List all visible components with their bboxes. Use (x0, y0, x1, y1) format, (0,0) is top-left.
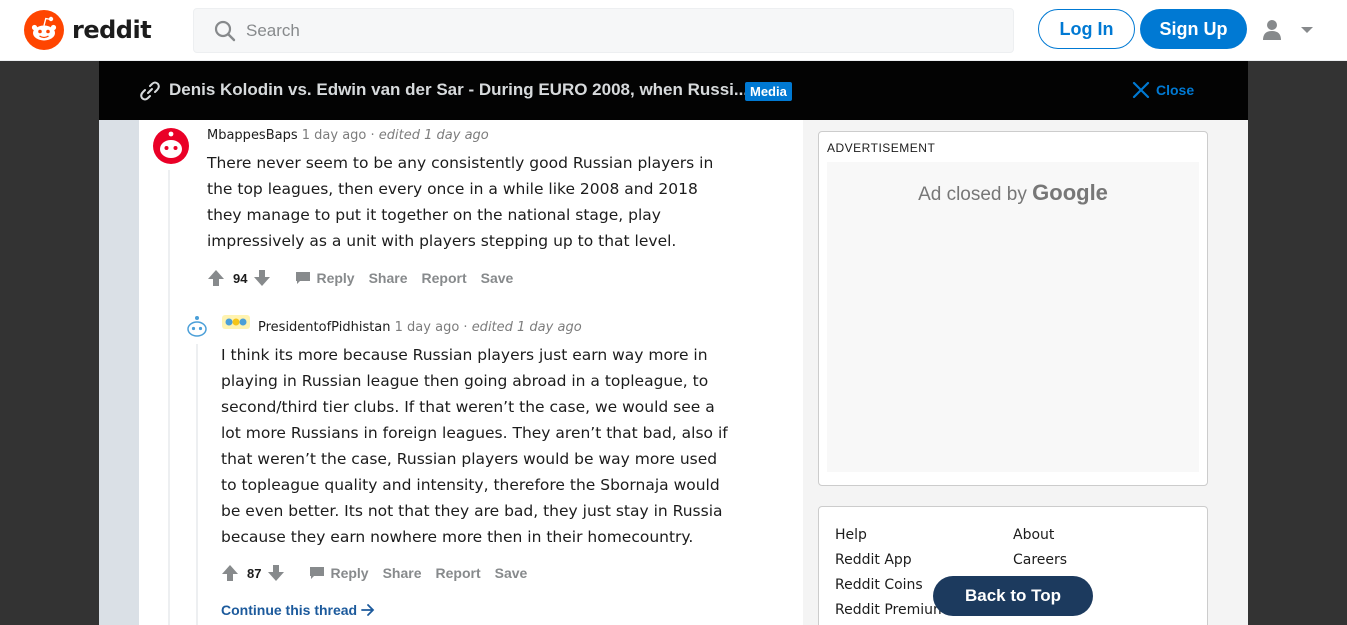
comment-line: There never seem to be any consistently … (207, 154, 714, 172)
comment-line: second/third tier clubs. If that weren’t… (221, 398, 715, 416)
downvote-icon[interactable] (253, 269, 271, 287)
comment-line: because they earn nowhere more then in t… (221, 528, 694, 546)
post-title-bar: Denis Kolodin vs. Edwin van der Sar - Du… (99, 61, 1248, 120)
continue-thread-link[interactable]: Continue this thread (221, 602, 375, 618)
overlay-left (0, 61, 99, 625)
vote-count: 87 (247, 565, 262, 581)
continue-thread-label: Continue this thread (221, 602, 358, 618)
comment-line: playing in Russian league then going abr… (221, 372, 709, 390)
signup-button[interactable]: Sign Up (1140, 9, 1247, 49)
comment-line: to topleague quality and intensity, ther… (221, 476, 720, 494)
comment-bubble-icon (310, 567, 325, 579)
footer-link-careers[interactable]: Careers (1013, 552, 1067, 568)
login-button[interactable]: Log In (1038, 9, 1135, 49)
ad-slot: Ad closed by Google (827, 162, 1199, 472)
comment-actions: 87 Reply Share Report Save (221, 564, 527, 582)
logo-wordmark: reddit (72, 16, 152, 44)
comment-author[interactable]: MbappesBaps (207, 128, 298, 143)
comment-line: the top leagues, then every once in a wh… (207, 180, 698, 198)
comment-time[interactable]: 1 day ago (302, 128, 367, 143)
footer-link-about[interactable]: About (1013, 527, 1054, 543)
thread-line[interactable] (168, 170, 170, 625)
comment-author[interactable]: PresidentofPidhistan (258, 320, 391, 335)
arrow-right-icon (361, 604, 375, 616)
comment-edited: edited 1 day ago (378, 128, 489, 143)
search-input[interactable] (246, 20, 946, 41)
comment-edited: edited 1 day ago (471, 320, 582, 335)
footer-link-help[interactable]: Help (835, 527, 867, 543)
reddit-logo[interactable]: reddit (24, 10, 152, 50)
back-to-top-button[interactable]: Back to Top (933, 576, 1093, 616)
save-button[interactable]: Save (481, 270, 514, 286)
save-button[interactable]: Save (495, 565, 528, 581)
overlay-right (1248, 61, 1347, 625)
google-logo: Google (1032, 180, 1108, 205)
comment-line: be even better. Its not that they are ba… (221, 502, 723, 520)
close-button[interactable]: Close (1132, 81, 1194, 99)
close-icon (1132, 81, 1150, 99)
comment-line: impressively as a unit with players step… (207, 232, 677, 250)
comment-line: I think its more because Russian players… (221, 346, 708, 364)
footer-link-coins[interactable]: Reddit Coins (835, 577, 923, 593)
ad-closed-text: Ad closed by (918, 184, 1027, 205)
search-icon (214, 20, 236, 41)
comment-meta: PresidentofPidhistan 1 day ago · edited … (258, 320, 582, 335)
comment-line: they manage to put it together on the na… (207, 206, 661, 224)
advertisement-box: ADVERTISEMENT Ad closed by Google (818, 131, 1208, 486)
footer-link-premium[interactable]: Reddit Premium (835, 602, 947, 618)
comment-time[interactable]: 1 day ago (395, 320, 460, 335)
close-label: Close (1156, 82, 1195, 98)
comment-bubble-icon (296, 272, 311, 284)
reddit-alien-icon (24, 10, 64, 50)
upvote-icon[interactable] (207, 269, 225, 287)
share-button[interactable]: Share (383, 565, 422, 581)
comment-actions: 94 Reply Share Report Save (207, 269, 513, 287)
reply-button[interactable]: Reply (309, 565, 369, 581)
reply-button[interactable]: Reply (295, 270, 355, 286)
ad-label: ADVERTISEMENT (827, 141, 936, 155)
snoo-avatar-icon[interactable] (153, 128, 189, 164)
downvote-icon[interactable] (267, 564, 285, 582)
vote-count: 94 (233, 270, 248, 286)
vote-group: 87 (221, 564, 285, 582)
comment-body: There never seem to be any consistently … (207, 150, 767, 254)
comment-meta: MbappesBaps 1 day ago · edited 1 day ago (207, 128, 489, 143)
comment-body: I think its more because Russian players… (221, 342, 791, 550)
report-button[interactable]: Report (436, 565, 481, 581)
thread-line[interactable] (196, 344, 198, 625)
caret-down-icon (1301, 27, 1313, 33)
flair-badge-icon (222, 315, 250, 329)
user-dropdown[interactable] (1260, 18, 1314, 42)
report-button[interactable]: Report (422, 270, 467, 286)
link-icon (140, 81, 160, 101)
share-button[interactable]: Share (369, 270, 408, 286)
comment-line: lot more Russians in foreign leagues. Th… (221, 424, 728, 442)
snoo-avatar-icon[interactable] (184, 314, 210, 340)
comment-line: that weren’t the case, Russian players w… (221, 450, 718, 468)
user-icon (1263, 20, 1281, 40)
post-title[interactable]: Denis Kolodin vs. Edwin van der Sar - Du… (169, 80, 748, 100)
ad-closed-message: Ad closed by Google (827, 180, 1199, 206)
top-header: reddit Log In Sign Up (0, 0, 1347, 61)
footer-link-app[interactable]: Reddit App (835, 552, 912, 568)
upvote-icon[interactable] (221, 564, 239, 582)
vote-group: 94 (207, 269, 271, 287)
search-bar[interactable] (193, 8, 1014, 53)
media-badge: Media (745, 82, 792, 101)
